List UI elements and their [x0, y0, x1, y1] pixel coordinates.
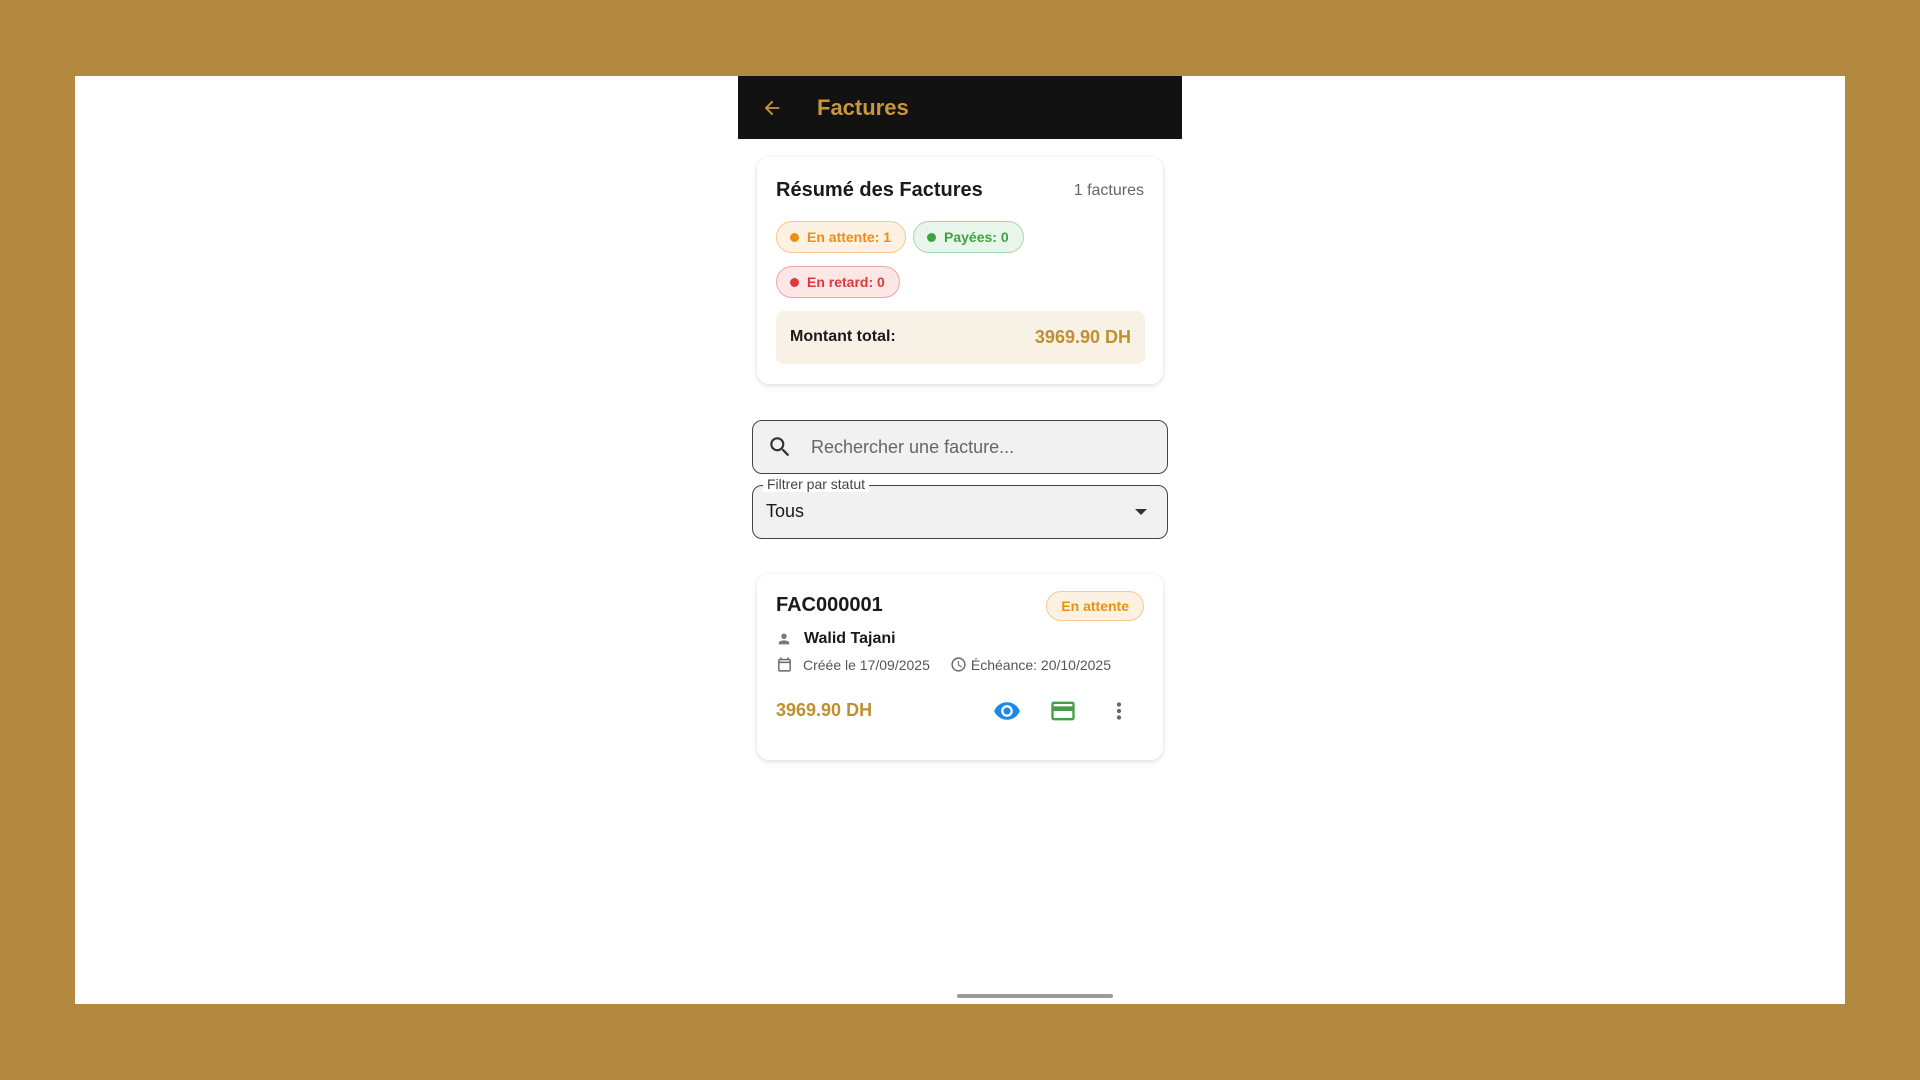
total-value: 3969.90 DH [1034, 327, 1131, 347]
search-field[interactable] [752, 420, 1168, 474]
total-label: Montant total: [790, 328, 896, 345]
invoice-created-date: Créée le 17/09/2025 [803, 656, 930, 673]
chip-late[interactable]: En retard: 0 [776, 266, 900, 298]
invoice-client-row: Walid Tajani [776, 630, 896, 648]
pending-dot-icon [790, 232, 799, 242]
invoice-client: Walid Tajani [804, 630, 896, 647]
late-dot-icon [790, 277, 799, 287]
chip-paid-label: Payées: 0 [944, 229, 1009, 245]
invoice-amount: 3969.90 DH [776, 700, 873, 720]
more-options-button[interactable] [1102, 694, 1136, 728]
caret-down-icon [1135, 509, 1147, 515]
summary-title: Résumé des Factures [776, 179, 983, 201]
pay-invoice-button[interactable] [1046, 694, 1080, 728]
back-button[interactable] [757, 93, 787, 123]
chip-paid[interactable]: Payées: 0 [913, 221, 1024, 253]
invoice-card[interactable]: FAC000001 En attente Walid Tajani Créée … [757, 574, 1163, 760]
invoice-count: 1 factures [1073, 182, 1144, 199]
invoice-dates-row: Créée le 17/09/2025 Échéance: 20/10/2025 [776, 656, 1111, 673]
app-window: Factures Résumé des Factures 1 factures … [738, 76, 1182, 1004]
more-vert-icon [1116, 702, 1122, 720]
chip-late-label: En retard: 0 [807, 274, 885, 290]
calendar-icon [778, 657, 791, 672]
search-input[interactable] [809, 435, 1143, 459]
search-icon [767, 434, 793, 460]
chip-pending-label: En attente: 1 [807, 229, 892, 245]
home-indicator[interactable] [957, 994, 1113, 998]
summary-card: Résumé des Factures 1 factures En attent… [757, 157, 1163, 384]
clock-icon [951, 657, 966, 672]
credit-card-icon [1051, 701, 1075, 721]
page-title: Factures [817, 94, 909, 120]
invoice-status-badge: En attente [1046, 591, 1144, 621]
paid-dot-icon [927, 232, 936, 242]
screen: Factures Résumé des Factures 1 factures … [75, 76, 1845, 1004]
eye-icon [994, 702, 1020, 720]
invoice-due-date: Échéance: 20/10/2025 [970, 656, 1111, 673]
filter-value: Tous [766, 501, 805, 521]
app-bar: Factures [738, 76, 1182, 139]
arrow-left-icon [764, 100, 780, 115]
invoice-number: FAC000001 [776, 594, 883, 616]
total-amount-box: Montant total: 3969.90 DH [776, 311, 1145, 364]
filter-label: Filtrer par statut [763, 476, 870, 492]
view-invoice-button[interactable] [990, 694, 1024, 728]
chip-pending[interactable]: En attente: 1 [776, 221, 907, 253]
status-filter-select[interactable]: Filtrer par statut Tous [752, 476, 1168, 539]
person-icon [778, 633, 790, 645]
